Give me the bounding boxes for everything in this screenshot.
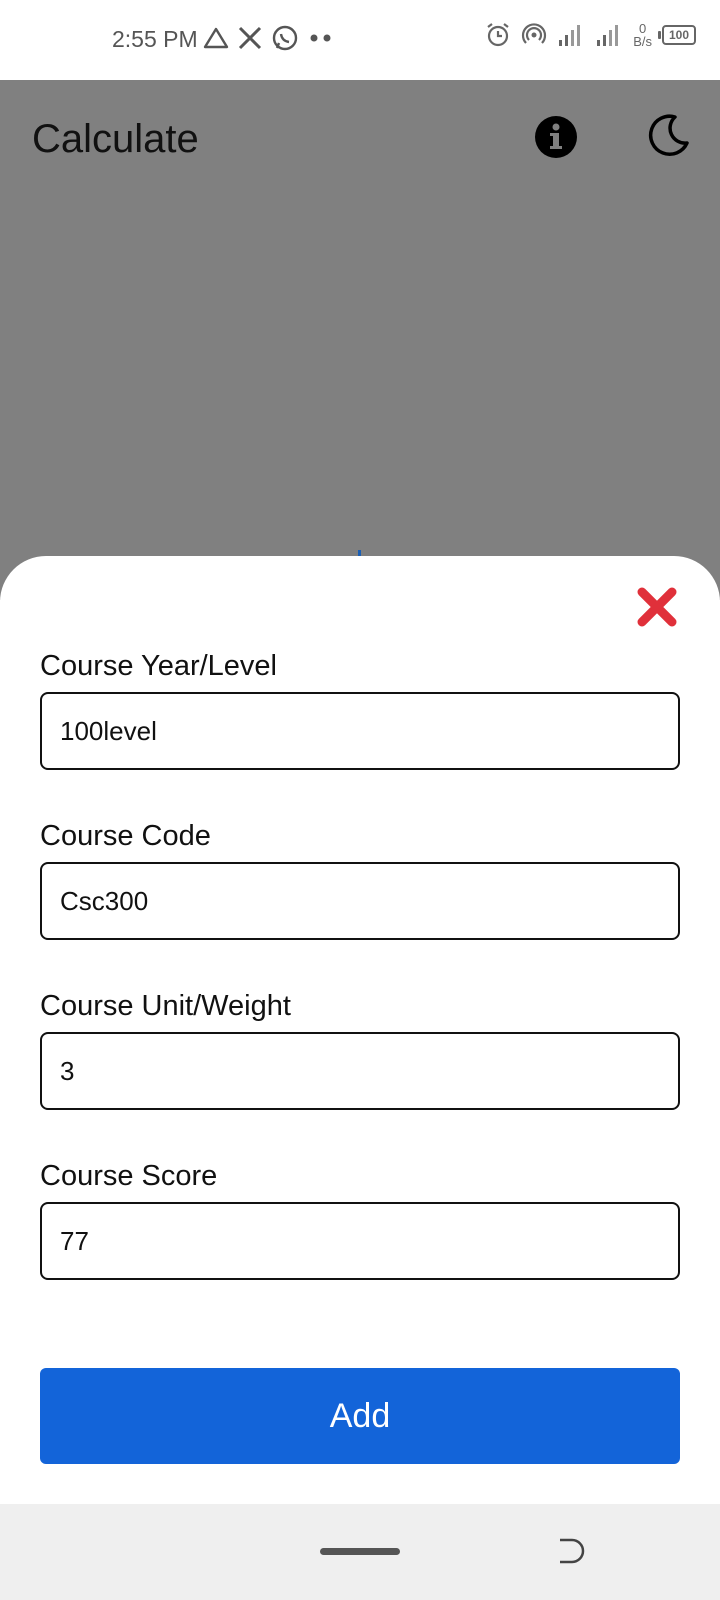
- course-unit-input[interactable]: [40, 1032, 680, 1110]
- network-speed: 0 B/s: [633, 22, 652, 48]
- course-level-label: Course Year/Level: [40, 650, 277, 682]
- moon-icon[interactable]: [645, 113, 691, 159]
- info-icon[interactable]: [534, 115, 578, 159]
- status-right-icons: 0 B/s 100: [485, 22, 696, 48]
- whatsapp-icon: [272, 25, 298, 51]
- course-score-label: Course Score: [40, 1160, 218, 1192]
- add-button[interactable]: Add: [40, 1368, 680, 1464]
- status-left-icons: [203, 24, 335, 52]
- status-bar: 2:55 PM 0 B/s 100: [0, 0, 720, 80]
- more-dots-icon: [310, 34, 331, 42]
- add-course-sheet: Course Year/Level Course Code Course Uni…: [0, 556, 720, 1504]
- net-speed-unit: B/s: [633, 34, 652, 49]
- course-score-input[interactable]: [40, 1202, 680, 1280]
- page-title: Calculate: [32, 117, 199, 161]
- back-gesture-icon[interactable]: [556, 1536, 588, 1568]
- drive-icon: [203, 27, 229, 49]
- navigation-bar: [0, 1504, 720, 1600]
- status-time: 2:55 PM: [112, 26, 198, 52]
- x-icon: [238, 26, 262, 50]
- app-background: Calculate: [0, 80, 720, 600]
- course-level-input[interactable]: [40, 692, 680, 770]
- course-code-label: Course Code: [40, 820, 211, 852]
- alarm-icon: [487, 23, 509, 47]
- signal-icon: [559, 25, 581, 46]
- close-icon[interactable]: [636, 586, 678, 628]
- hotspot-icon: [522, 23, 547, 44]
- home-handle[interactable]: [320, 1548, 400, 1555]
- course-unit-label: Course Unit/Weight: [40, 990, 291, 1022]
- course-code-input[interactable]: [40, 862, 680, 940]
- battery-indicator: 100: [658, 25, 696, 45]
- signal-icon: [597, 25, 619, 46]
